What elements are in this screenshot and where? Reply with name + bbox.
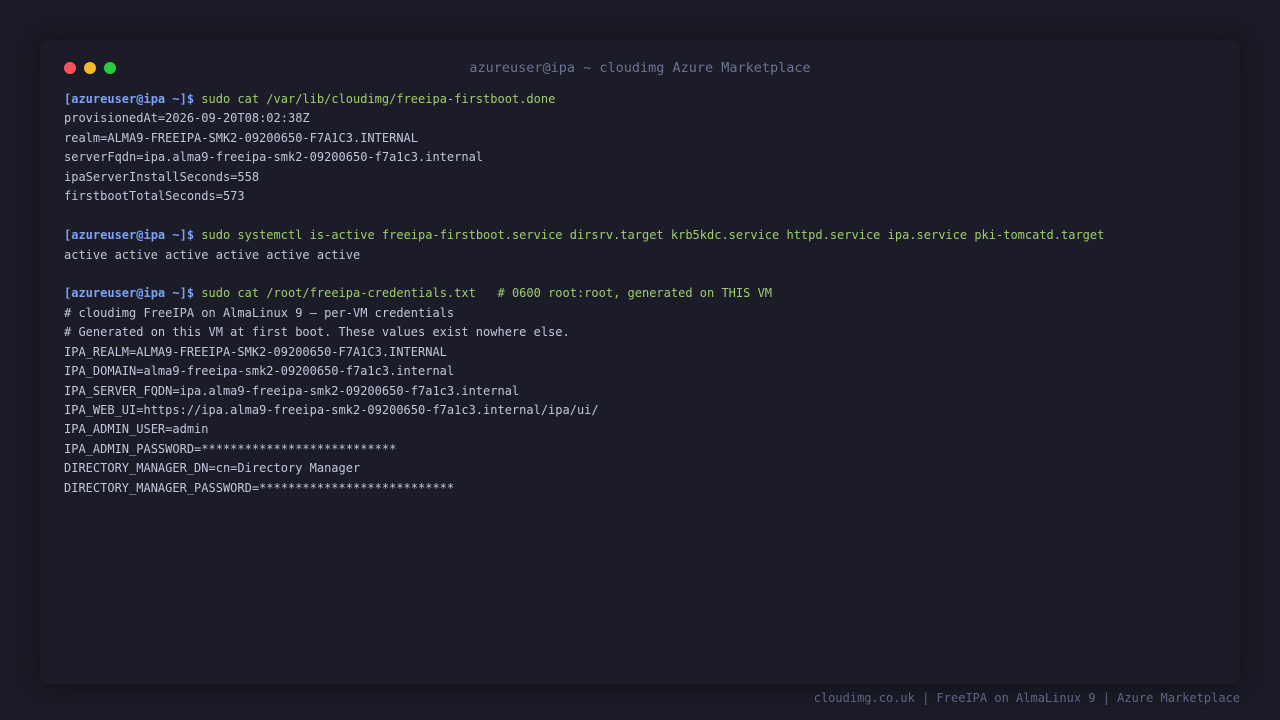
output-line: IPA_REALM=ALMA9-FREEIPA-SMK2-09200650-F7… (64, 344, 447, 359)
output-line: # cloudimg FreeIPA on AlmaLinux 9 — per-… (64, 305, 455, 320)
terminal-window: azureuser@ipa ~ cloudimg Azure Marketpla… (40, 40, 1240, 684)
shell-prompt: [azureuser@ipa ~]$ (64, 92, 195, 106)
shell-command: sudo systemctl is-active freeipa-firstbo… (201, 228, 1105, 243)
output-line: IPA_ADMIN_USER=admin (64, 422, 209, 437)
shell-command: sudo cat /root/freeipa-credentials.txt #… (201, 286, 773, 301)
command-line: [azureuser@ipa ~]$ sudo cat /var/lib/clo… (64, 90, 1224, 109)
output-line: realm=ALMA9-FREEIPA-SMK2-09200650-F7A1C3… (64, 130, 419, 145)
output-line: DIRECTORY_MANAGER_DN=cn=Directory Manage… (64, 461, 361, 476)
window-title: azureuser@ipa ~ cloudimg Azure Marketpla… (469, 60, 811, 76)
command-line: [azureuser@ipa ~]$ sudo systemctl is-act… (64, 226, 1224, 245)
footer-caption: cloudimg.co.uk | FreeIPA on AlmaLinux 9 … (813, 691, 1240, 705)
output-line: IPA_SERVER_FQDN=ipa.alma9-freeipa-smk2-0… (64, 383, 520, 398)
output-line: DIRECTORY_MANAGER_PASSWORD=*************… (64, 480, 455, 495)
shell-prompt: [azureuser@ipa ~]$ (64, 228, 195, 243)
terminal-output[interactable]: [azureuser@ipa ~]$ sudo cat /var/lib/clo… (64, 90, 1224, 498)
output-line: serverFqdn=ipa.alma9-freeipa-smk2-092006… (64, 150, 484, 165)
shell-command: sudo cat /var/lib/cloudimg/freeipa-first… (201, 92, 556, 106)
command-line: [azureuser@ipa ~]$ sudo cat /root/freeip… (64, 284, 1224, 303)
output-line: # Generated on this VM at first boot. Th… (64, 325, 570, 340)
output-line: ipaServerInstallSeconds=558 (64, 169, 260, 184)
output-line: IPA_WEB_UI=https://ipa.alma9-freeipa-smk… (64, 403, 599, 417)
shell-prompt: [azureuser@ipa ~]$ (64, 286, 195, 301)
output-line: IPA_DOMAIN=alma9-freeipa-smk2-09200650-f… (64, 364, 455, 379)
output-line: active active active active active activ… (64, 247, 361, 262)
output-line: firstbootTotalSeconds=573 (64, 189, 245, 204)
output-line: provisionedAt=2026-09-20T08:02:38Z (64, 111, 310, 126)
title-bar: azureuser@ipa ~ cloudimg Azure Marketpla… (40, 40, 1240, 94)
output-line: IPA_ADMIN_PASSWORD=*********************… (64, 441, 397, 456)
